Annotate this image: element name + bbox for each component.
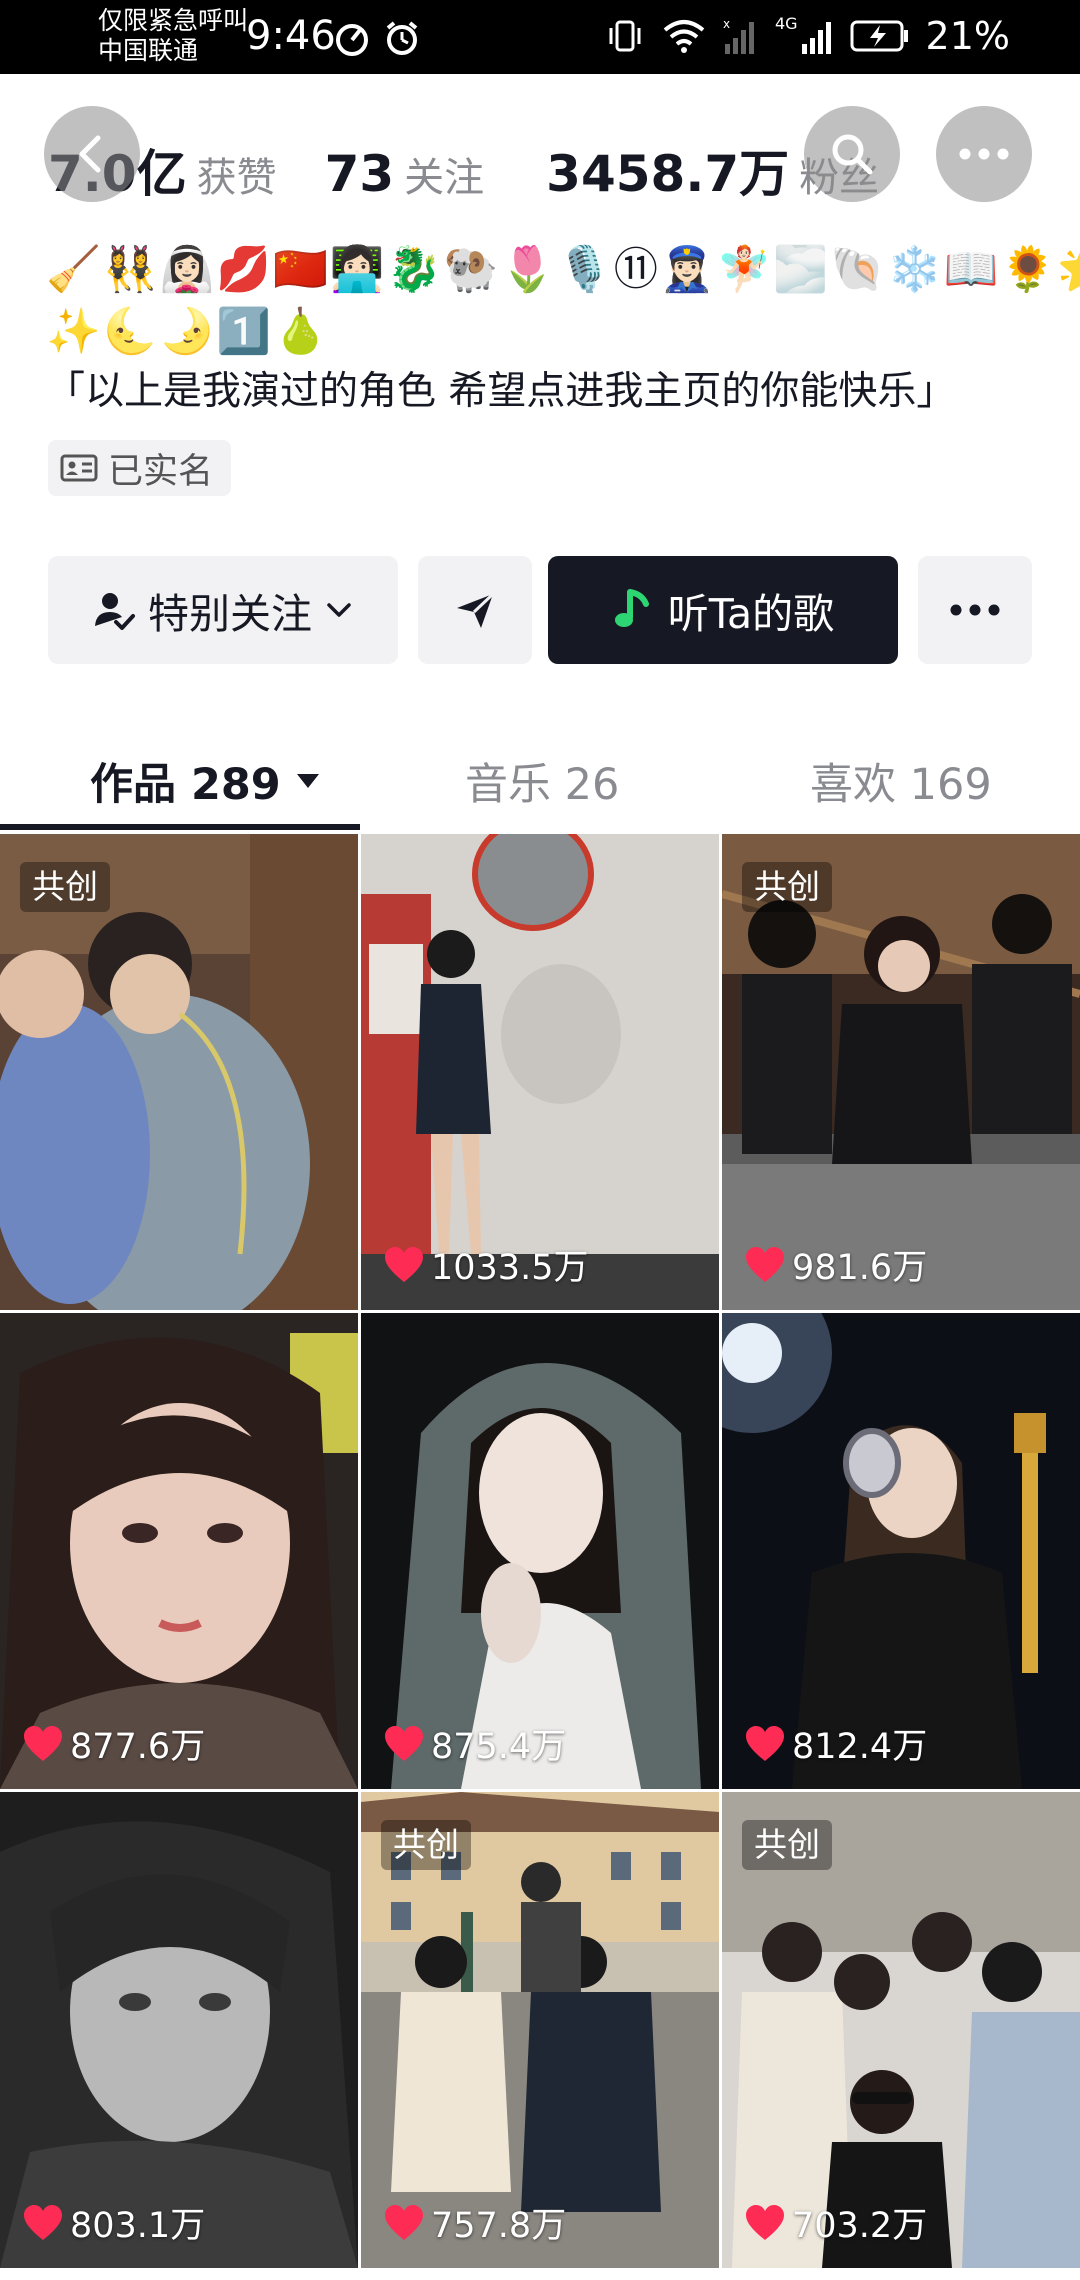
speedometer-icon bbox=[336, 24, 368, 56]
video-likes-count: 877.6万 bbox=[70, 1727, 206, 1767]
vibrate-icon bbox=[609, 20, 641, 52]
more-actions-button[interactable] bbox=[918, 556, 1032, 664]
special-follow-label: 特别关注 bbox=[148, 590, 312, 638]
heart-icon bbox=[24, 2204, 62, 2240]
video-likes-count: 803.1万 bbox=[70, 2206, 206, 2246]
co-create-badge: 共创 bbox=[20, 862, 110, 912]
caret-down-icon bbox=[296, 774, 319, 788]
verified-label: 已实名 bbox=[108, 451, 214, 492]
tab-works[interactable]: 作品 289 bbox=[90, 750, 321, 812]
back-button[interactable] bbox=[44, 106, 140, 202]
more-options-button[interactable] bbox=[936, 106, 1032, 202]
verified-badge: 已实名 bbox=[48, 440, 232, 496]
direct-message-button[interactable] bbox=[418, 556, 532, 664]
svg-text:x: x bbox=[723, 17, 730, 31]
video-likes: 981.6万 bbox=[744, 1239, 927, 1290]
clock: 9:46 bbox=[246, 13, 336, 59]
music-note-icon bbox=[614, 589, 649, 627]
video-likes-count: 875.4万 bbox=[431, 1727, 567, 1767]
chevron-down-icon bbox=[327, 603, 351, 617]
search-button[interactable] bbox=[804, 106, 900, 202]
carrier-info: 仅限紧急呼叫 中国联通 bbox=[98, 6, 248, 66]
following-label[interactable]: 关注 bbox=[404, 145, 484, 203]
ellipsis-icon bbox=[959, 148, 1009, 160]
alarm-icon bbox=[386, 21, 418, 55]
carrier-line2: 中国联通 bbox=[98, 36, 199, 65]
tab-works-label: 作品 289 bbox=[90, 760, 281, 810]
video-likes: 877.6万 bbox=[22, 1718, 205, 1769]
user-check-icon bbox=[95, 593, 135, 630]
content-tabs: 作品 289 音乐 26 喜欢 169 bbox=[0, 720, 1080, 832]
signal-icon bbox=[801, 22, 831, 54]
tab-likes[interactable]: 喜欢 169 bbox=[810, 750, 992, 812]
signal-no-sim-icon: x bbox=[723, 17, 754, 54]
video-likes: 703.2万 bbox=[744, 2197, 927, 2248]
id-card-icon bbox=[60, 454, 98, 482]
status-left-icons bbox=[332, 18, 422, 58]
heart-icon bbox=[385, 1246, 423, 1282]
following-count[interactable]: 73 bbox=[325, 145, 395, 203]
battery-charging-icon bbox=[850, 20, 908, 52]
listen-songs-button[interactable]: 听Ta的歌 bbox=[548, 556, 898, 664]
listen-songs-label: 听Ta的歌 bbox=[667, 590, 835, 638]
video-likes: 875.4万 bbox=[383, 1718, 566, 1769]
carrier-line1: 仅限紧急呼叫 bbox=[98, 6, 249, 35]
video-thumbnail[interactable]: 812.4万 bbox=[722, 1313, 1080, 1789]
video-likes-count: 703.2万 bbox=[792, 2206, 928, 2246]
heart-icon bbox=[385, 2204, 423, 2240]
video-thumbnail[interactable]: 共创 bbox=[0, 834, 358, 1310]
video-likes: 1033.5万 bbox=[383, 1239, 588, 1290]
co-create-badge: 共创 bbox=[742, 1820, 832, 1870]
video-likes-count: 812.4万 bbox=[792, 1727, 928, 1767]
likes-label: 获赞 bbox=[196, 155, 277, 201]
heart-icon bbox=[746, 1725, 784, 1761]
profile-actions: 特别关注 听Ta的歌 bbox=[48, 556, 1032, 664]
chevron-left-icon bbox=[79, 135, 101, 173]
bio-emoji-line2: ✨🌜🌛1️⃣🍐 bbox=[46, 306, 330, 357]
heart-icon bbox=[24, 1725, 62, 1761]
video-likes: 803.1万 bbox=[22, 2197, 205, 2248]
special-follow-button[interactable]: 特别关注 bbox=[48, 556, 398, 664]
video-likes: 812.4万 bbox=[744, 1718, 927, 1769]
heart-icon bbox=[746, 2204, 784, 2240]
battery-percent: 21% bbox=[925, 14, 1010, 58]
profile-stats: 7.0亿 获赞 73 关注 3458.7万 粉丝 bbox=[48, 134, 879, 204]
wifi-icon bbox=[663, 20, 705, 53]
video-likes-count: 757.8万 bbox=[431, 2206, 567, 2246]
followers-count[interactable]: 3458.7万 bbox=[546, 134, 789, 206]
video-thumbnail[interactable]: 875.4万 bbox=[361, 1313, 719, 1789]
video-likes-count: 1033.5万 bbox=[431, 1248, 589, 1288]
co-create-badge: 共创 bbox=[742, 862, 832, 912]
cell-signal: 4G bbox=[775, 16, 834, 56]
heart-icon bbox=[385, 1725, 423, 1761]
tab-music[interactable]: 音乐 26 bbox=[465, 750, 619, 812]
ellipsis-icon bbox=[950, 604, 1000, 616]
video-thumbnail[interactable]: 共创 703.2万 bbox=[722, 1792, 1080, 2268]
video-thumbnail[interactable]: 877.6万 bbox=[0, 1313, 358, 1789]
video-likes-count: 981.6万 bbox=[792, 1248, 928, 1288]
co-create-badge: 共创 bbox=[381, 1820, 471, 1870]
video-likes: 757.8万 bbox=[383, 2197, 566, 2248]
search-icon bbox=[832, 134, 873, 175]
bio-emoji-line1: 🧹👯‍♀️👰🏻‍♀️💋🇨🇳👩🏻‍💻🐉🐏🌷🎙️⑪👮🏻‍♀️🧚🏻🌫️🐚❄️📖🌻🌟 bbox=[46, 244, 1080, 295]
status-bar: 仅限紧急呼叫 中国联通 9:46 x 4G 21% bbox=[0, 0, 1080, 74]
network-type: 4G bbox=[774, 14, 798, 33]
heart-icon bbox=[746, 1246, 784, 1282]
video-thumbnail[interactable]: 1033.5万 bbox=[361, 834, 719, 1310]
send-icon bbox=[457, 592, 495, 628]
video-thumbnail[interactable]: 803.1万 bbox=[0, 1792, 358, 2268]
video-thumbnail[interactable]: 共创 981.6万 bbox=[722, 834, 1080, 1310]
status-right-icons: x 4G 21% bbox=[605, 12, 1010, 60]
video-thumbnail[interactable]: 共创 757.8万 bbox=[361, 1792, 719, 2268]
bio-text: 「以上是我演过的角色 希望点进我主页的你能快乐」 bbox=[46, 369, 956, 414]
tab-indicator bbox=[0, 824, 360, 830]
